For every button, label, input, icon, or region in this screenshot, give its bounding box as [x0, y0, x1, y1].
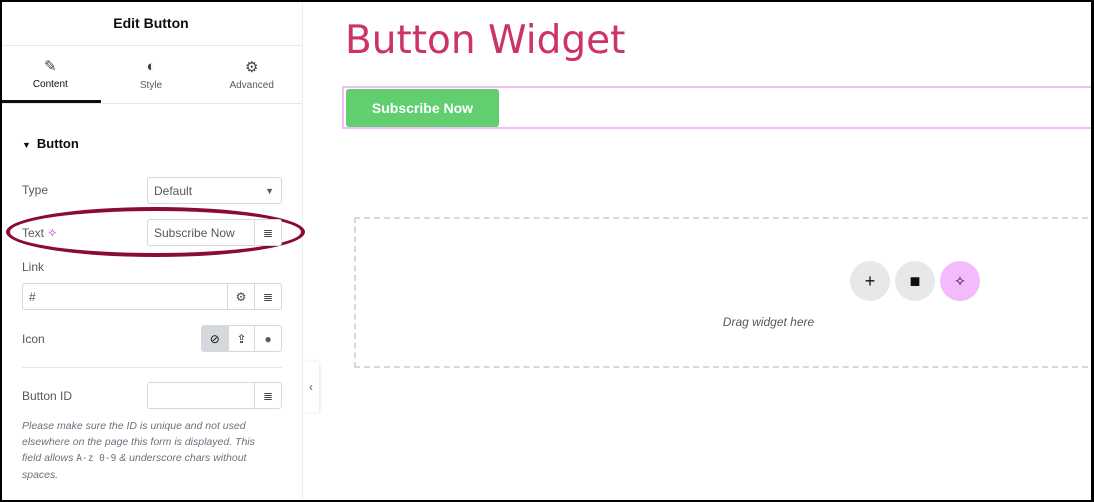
tab-content[interactable]: ✎ Content [0, 46, 101, 103]
ai-sparkle-icon[interactable]: ✧ [940, 261, 980, 301]
dynamic-tags-icon[interactable]: ≣ [254, 220, 281, 245]
drop-zone-text: Drag widget here [722, 315, 815, 329]
editor-panel: Edit Button ✎ Content ◐ Style ⚙ Advanced ▼ B… [0, 0, 305, 502]
half-circle-icon: ◐ [146, 58, 156, 75]
link-label: Link [22, 260, 45, 274]
circle-icon-option[interactable]: ● [254, 326, 281, 351]
add-section-plus-icon[interactable]: + [850, 261, 890, 301]
upload-icon-option[interactable]: ⇪ [227, 326, 255, 351]
collapse-panel-button[interactable]: ‹ [303, 362, 319, 412]
tab-advanced[interactable]: ⚙ Advanced [201, 46, 302, 103]
pencil-icon: ✎ [44, 57, 57, 75]
subscribe-button[interactable]: Subscribe Now [346, 89, 499, 127]
selected-button-widget[interactable]: Subscribe Now [342, 86, 1094, 129]
button-id-label: Button ID [22, 389, 73, 403]
tab-label: Style [139, 80, 163, 91]
tab-label: Advanced [229, 80, 274, 91]
link-input[interactable]: # ⚙ ≣ [22, 283, 282, 310]
tab-style[interactable]: ◐ Style [101, 46, 202, 103]
chevron-down-icon: ▼ [265, 185, 274, 196]
caret-down-icon: ▼ [22, 140, 31, 150]
icon-choice-group: ⊘ ⇪ ● [201, 325, 282, 352]
button-id-input[interactable]: ≣ [147, 382, 282, 409]
divider [22, 367, 282, 368]
type-label: Type [22, 183, 49, 197]
panel-tabs: ✎ Content ◐ Style ⚙ Advanced [0, 46, 302, 104]
dynamic-tags-icon[interactable]: ≣ [254, 383, 281, 408]
no-icon-option[interactable]: ⊘ [202, 326, 228, 351]
text-label: Text ✧ [22, 226, 57, 240]
link-options-gear-icon[interactable]: ⚙ [227, 284, 254, 309]
text-label-text: Text [22, 226, 45, 240]
section-title: Button [36, 136, 79, 151]
panel-title: Edit Button [0, 0, 302, 46]
icon-label: Icon [22, 332, 45, 346]
type-value: Default [154, 183, 193, 198]
button-id-hint: Please make sure the ID is unique and no… [22, 418, 272, 483]
page-heading: Button Widget [345, 18, 626, 63]
template-folder-icon[interactable]: ■ [895, 261, 935, 301]
text-value: Subscribe Now [154, 225, 235, 240]
text-input[interactable]: Subscribe Now ≣ [147, 219, 282, 246]
gear-icon: ⚙ [244, 59, 259, 76]
drop-zone[interactable]: + ■ ✧ Drag widget here [354, 217, 1094, 368]
type-select[interactable]: Default ▼ [147, 177, 282, 204]
dynamic-tags-icon[interactable]: ≣ [254, 284, 281, 309]
section-toggle-button[interactable]: ▼ Button [22, 136, 79, 151]
tab-label: Content [32, 78, 68, 90]
preview-canvas: Button Widget Subscribe Now + ■ ✧ Drag w… [319, 0, 1094, 502]
chevron-left-icon: ‹ [309, 380, 313, 394]
link-value: # [29, 289, 36, 304]
hint-code: A-z 0-9 [76, 453, 117, 464]
ai-sparkle-icon[interactable]: ✧ [47, 226, 57, 240]
